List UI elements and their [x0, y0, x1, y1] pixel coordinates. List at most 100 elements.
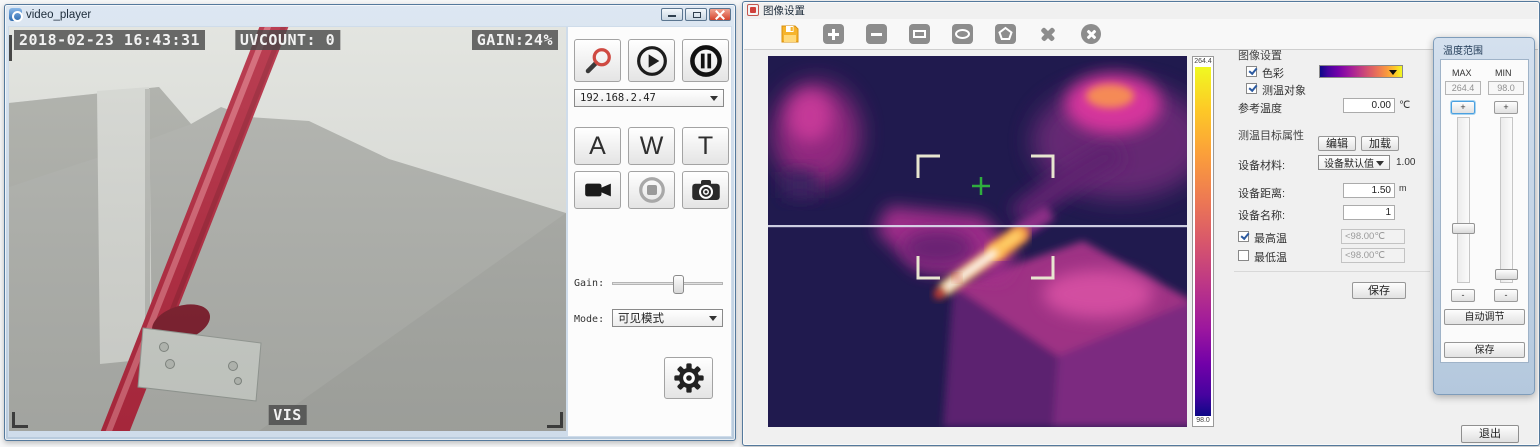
tele-zoom-button[interactable]: T [682, 127, 729, 165]
camera-icon [691, 178, 721, 202]
distance-input[interactable]: 1.50 [1343, 183, 1395, 198]
pause-button[interactable] [682, 39, 729, 82]
device-name-input[interactable]: 1 [1343, 205, 1395, 220]
video-player-app-icon [9, 8, 22, 21]
max-plus-button[interactable]: + [1451, 101, 1475, 114]
snapshot-button[interactable] [682, 171, 729, 209]
thermal-scene [768, 56, 1187, 427]
exit-button[interactable]: 退出 [1461, 425, 1519, 443]
distance-unit: m [1399, 183, 1407, 193]
connect-button[interactable] [574, 39, 621, 82]
delete-button[interactable] [1037, 24, 1059, 45]
range-min-input[interactable]: 98.0 [1488, 81, 1524, 95]
gain-slider[interactable] [612, 282, 723, 285]
colorbar-min-label: 98.0 [1193, 416, 1213, 426]
max-slider-track[interactable] [1457, 117, 1470, 283]
mode-select[interactable]: 可见模式 [612, 309, 723, 327]
material-coef: 1.00 [1396, 157, 1415, 168]
toolbar [744, 19, 1538, 50]
gain-control-row: Gain: [574, 273, 723, 293]
close-button[interactable] [709, 8, 731, 21]
ellipse-icon [952, 24, 973, 44]
polygon-region-button[interactable] [994, 24, 1016, 45]
rectangle-region-button[interactable] [908, 24, 930, 45]
video-player-body: 2018-02-23 16:43:31 UVCOUNT: 0 GAIN:24% … [8, 26, 732, 437]
colormap-select[interactable] [1319, 65, 1403, 78]
min-plus-button[interactable]: + [1494, 101, 1518, 114]
control-panel: 192.168.2.47 A W T [568, 27, 731, 436]
video-feed: 2018-02-23 16:43:31 UVCOUNT: 0 GAIN:24% … [9, 27, 566, 431]
timestamp-overlay: 2018-02-23 16:43:31 [14, 30, 205, 50]
settings-save-button[interactable]: 保存 [1352, 282, 1406, 299]
temperature-range-panel[interactable]: 温度范围 MAX MIN 264.4 98.0 + + - - 自动调节 保存 [1433, 37, 1535, 395]
minimize-icon [668, 15, 676, 17]
camcorder-icon [584, 180, 612, 200]
save-icon [780, 24, 800, 44]
max-minus-button[interactable]: - [1451, 289, 1475, 302]
stop-record-button[interactable] [628, 171, 675, 209]
auto-focus-button[interactable]: A [574, 127, 621, 165]
add-region-button[interactable] [822, 24, 844, 45]
gain-slider-thumb[interactable] [673, 275, 684, 294]
min-slider-thumb[interactable] [1495, 269, 1518, 280]
edit-button[interactable]: 编辑 [1318, 136, 1356, 151]
uvcount-overlay: UVCOUNT: 0 [235, 30, 340, 50]
ip-address-select[interactable]: 192.168.2.47 [574, 89, 724, 107]
max-slider-thumb[interactable] [1452, 223, 1475, 234]
divider [1234, 271, 1430, 272]
distance-label: 设备距离: [1238, 185, 1285, 201]
chevron-down-icon [1376, 161, 1384, 166]
range-max-input[interactable]: 264.4 [1445, 81, 1481, 95]
image-settings-app-icon [747, 4, 759, 16]
temperature-colorbar: 264.4 98.0 [1192, 56, 1214, 427]
ip-address-value: 192.168.2.47 [580, 92, 656, 104]
material-select[interactable]: 设备默认值 [1318, 155, 1390, 170]
wide-zoom-button[interactable]: W [628, 127, 675, 165]
save-image-button[interactable] [779, 24, 801, 45]
frame-corner-mark [12, 412, 28, 428]
thermal-view[interactable] [768, 56, 1187, 427]
auto-adjust-button[interactable]: 自动调节 [1444, 309, 1525, 325]
rectangle-icon [909, 24, 930, 44]
search-icon [583, 46, 613, 76]
video-player-titlebar[interactable]: video_player [5, 5, 735, 24]
range-save-button[interactable]: 保存 [1444, 342, 1525, 358]
tele-zoom-label: T [698, 132, 713, 161]
device-name-label: 设备名称: [1238, 207, 1285, 223]
max-temp-input[interactable]: <98.00℃ [1341, 229, 1405, 244]
min-temp-input[interactable]: <98.00℃ [1341, 248, 1405, 263]
image-settings-titlebar[interactable]: 图像设置 [743, 2, 1539, 18]
maximize-button[interactable] [685, 8, 707, 21]
scan-line [768, 225, 1187, 227]
mode-control-row: Mode: 可见模式 [574, 309, 723, 327]
minus-icon [866, 24, 887, 44]
max-temp-checkbox[interactable] [1238, 231, 1249, 242]
chevron-down-icon [709, 316, 717, 321]
measure-object-checkbox[interactable] [1246, 83, 1257, 94]
range-panel-title: 温度范围 [1434, 38, 1534, 57]
remove-region-button[interactable] [865, 24, 887, 45]
pentagon-icon [995, 24, 1016, 44]
min-minus-button[interactable]: - [1494, 289, 1518, 302]
play-button[interactable] [628, 39, 675, 82]
minimize-button[interactable] [661, 8, 683, 21]
max-column-label: MAX [1452, 68, 1472, 78]
settings-button[interactable] [664, 357, 713, 399]
ellipse-region-button[interactable] [951, 24, 973, 45]
close-tool-button[interactable] [1080, 24, 1102, 45]
video-player-window: video_player [4, 4, 736, 441]
stop-record-icon [637, 175, 667, 205]
desktop: video_player [0, 0, 1540, 447]
video-player-title: video_player [26, 9, 91, 21]
pause-icon [689, 44, 723, 78]
plus-icon [823, 24, 844, 44]
play-icon [636, 45, 668, 77]
image-settings-window: 图像设置 [742, 1, 1540, 446]
color-checkbox[interactable] [1246, 66, 1257, 77]
min-temp-checkbox[interactable] [1238, 250, 1249, 261]
x-icon [1039, 25, 1057, 43]
record-video-button[interactable] [574, 171, 621, 209]
ref-temp-input[interactable]: 0.00 [1343, 98, 1395, 113]
min-slider-track[interactable] [1500, 117, 1513, 283]
load-button[interactable]: 加载 [1361, 136, 1399, 151]
